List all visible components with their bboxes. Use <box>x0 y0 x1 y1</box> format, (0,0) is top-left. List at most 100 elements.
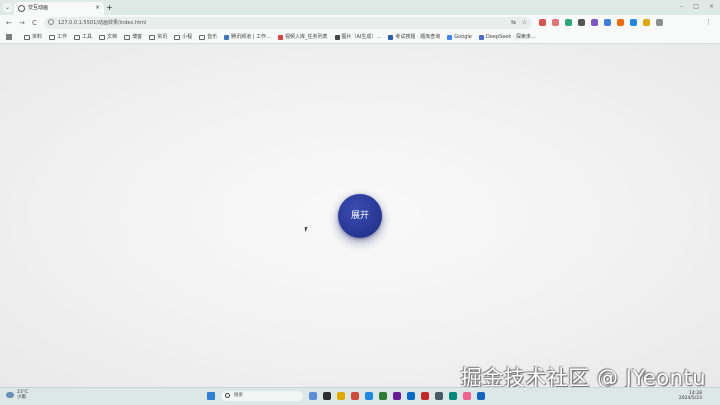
bookmark-label: 工作 <box>57 34 68 40</box>
folder-icon <box>149 34 156 40</box>
folder-icon <box>174 34 181 40</box>
extension-icon[interactable] <box>591 19 598 26</box>
taskbar-search-placeholder: 搜索 <box>234 393 243 398</box>
tab-title: 交互动画 <box>28 5 49 11</box>
browser-tab[interactable]: 交互动画 × <box>14 2 104 15</box>
tab-favicon-icon <box>18 5 25 12</box>
extension-icon[interactable] <box>643 19 650 26</box>
bookmark-star-icon[interactable]: ☆ <box>522 19 527 27</box>
close-window-button[interactable]: × <box>709 2 714 12</box>
bookmark-label: 考试搜题 · 题库查询 <box>395 34 441 40</box>
extension-icon[interactable] <box>656 19 663 26</box>
translate-icon[interactable]: ⇆ <box>511 19 516 27</box>
extension-icon[interactable] <box>552 19 559 26</box>
bookmark-label: 视频入库_任务列表 <box>285 34 328 40</box>
back-button[interactable]: ← <box>6 18 12 28</box>
browser-menu-icon[interactable]: ⋮ <box>705 17 712 27</box>
extension-icon[interactable] <box>539 19 546 26</box>
bookmark-favicon-icon <box>278 34 283 40</box>
apps-grid-icon[interactable] <box>6 34 12 40</box>
taskbar-app-icon[interactable] <box>351 392 359 400</box>
maximize-button[interactable]: □ <box>693 2 699 12</box>
extension-icons <box>539 19 663 26</box>
extension-icon[interactable] <box>604 19 611 26</box>
taskbar-app-icon[interactable] <box>407 392 415 400</box>
expand-button[interactable]: 展开 <box>338 194 382 238</box>
bookmark-label: 资讯 <box>157 34 168 40</box>
bookmark-item[interactable]: 博客 <box>124 33 142 41</box>
taskbar-app-icon[interactable] <box>337 392 345 400</box>
minimize-button[interactable]: – <box>680 2 683 12</box>
reload-button[interactable]: C <box>32 18 37 28</box>
taskbar-search[interactable]: 搜索 <box>221 391 303 401</box>
weather-widget[interactable]: 23°C 小雨 <box>6 390 28 400</box>
bookmark-item[interactable]: 资讯 <box>149 33 167 41</box>
bookmark-label: Google <box>454 34 472 40</box>
bookmark-item[interactable]: 视频入库_任务列表 <box>278 33 328 41</box>
bookmark-item[interactable]: 资料 <box>24 33 42 41</box>
bookmark-favicon-icon <box>334 34 340 40</box>
extension-icon[interactable] <box>617 19 624 26</box>
taskbar-app-icon[interactable] <box>379 392 387 400</box>
page-content: 展开 <box>0 44 720 387</box>
taskbar-app-icon[interactable] <box>309 392 317 400</box>
browser-toolbar: ← → C 127.0.0.1:5501/动画效果/index.html ⇆ ☆… <box>0 15 720 31</box>
address-url[interactable]: 127.0.0.1:5501/动画效果/index.html <box>58 19 146 27</box>
taskbar-app-icon[interactable] <box>477 392 485 400</box>
bookmark-list: 资料 工作 工具 文档 博客 资讯 小程 音乐 腾讯频道 | 工作… 视频入库_任务列表 图片（AI… <box>24 33 536 41</box>
mouse-cursor-icon <box>304 226 309 233</box>
bookmark-item[interactable]: Google <box>447 33 472 41</box>
forward-button[interactable]: → <box>19 18 25 28</box>
bookmark-label: 图片（AI生成）… <box>341 34 382 40</box>
folder-icon <box>99 34 106 40</box>
bookmark-label: 小程 <box>182 34 193 40</box>
search-icon <box>225 393 230 398</box>
site-info-icon[interactable] <box>48 19 54 25</box>
taskbar-app-icon[interactable] <box>393 392 401 400</box>
bookmark-item[interactable]: 工作 <box>49 33 67 41</box>
bookmark-label: 博客 <box>132 34 143 40</box>
bookmark-item[interactable]: DeepSeek · 探索未… <box>478 33 537 41</box>
bookmark-favicon-icon <box>447 34 453 40</box>
start-icon[interactable] <box>207 392 215 400</box>
weather-cloud-icon <box>6 392 14 398</box>
taskbar-app-icon[interactable] <box>435 392 443 400</box>
bookmark-label: 文档 <box>107 34 118 40</box>
extension-icon[interactable] <box>578 19 585 26</box>
taskbar: 23°C 小雨 搜索 14:28 2024/5/23 <box>0 387 720 405</box>
bookmark-label: 资料 <box>32 34 43 40</box>
bookmark-favicon-icon <box>478 34 484 40</box>
taskbar-app-icon[interactable] <box>365 392 373 400</box>
folder-icon <box>24 34 30 40</box>
bookmark-favicon-icon <box>224 34 230 40</box>
bookmark-favicon-icon <box>388 34 394 40</box>
bookmark-label: 音乐 <box>207 34 218 40</box>
bookmark-item[interactable]: 小程 <box>174 33 192 41</box>
extension-icon[interactable] <box>630 19 637 26</box>
bookmark-item[interactable]: 腾讯频道 | 工作… <box>224 33 271 41</box>
taskbar-app-icon[interactable] <box>323 392 331 400</box>
extension-icon[interactable] <box>565 19 572 26</box>
window-controls: – □ × <box>680 2 714 12</box>
bookmark-label: 腾讯频道 | 工作… <box>231 34 271 40</box>
taskbar-app-icon[interactable] <box>449 392 457 400</box>
bookmarks-bar: 资料 工作 工具 文档 博客 资讯 小程 音乐 腾讯频道 | 工作… 视频入库_任务列表 图片（AI… <box>0 31 720 44</box>
tab-strip: ⌄ 交互动画 × + – □ × <box>0 0 720 15</box>
folder-icon <box>199 34 206 40</box>
tab-search-button[interactable]: ⌄ <box>3 3 12 12</box>
address-bar[interactable]: 127.0.0.1:5501/动画效果/index.html ⇆ ☆ <box>44 17 532 29</box>
system-clock[interactable]: 14:28 2024/5/23 <box>679 391 702 401</box>
taskbar-app-icon[interactable] <box>421 392 429 400</box>
folder-icon <box>124 34 131 40</box>
bookmark-item[interactable]: 工具 <box>74 33 92 41</box>
bookmark-item[interactable]: 考试搜题 · 题库查询 <box>388 33 440 41</box>
bookmark-label: 工具 <box>82 34 93 40</box>
taskbar-app-icon[interactable] <box>463 392 471 400</box>
bookmark-label: DeepSeek · 探索未… <box>485 34 537 40</box>
tab-close-icon[interactable]: × <box>95 4 100 12</box>
bookmark-item[interactable]: 音乐 <box>199 33 217 41</box>
new-tab-button[interactable]: + <box>106 3 113 12</box>
bookmark-item[interactable]: 文档 <box>99 33 117 41</box>
bookmark-item[interactable]: 图片（AI生成）… <box>334 33 382 41</box>
taskbar-apps: 搜索 <box>207 391 485 401</box>
